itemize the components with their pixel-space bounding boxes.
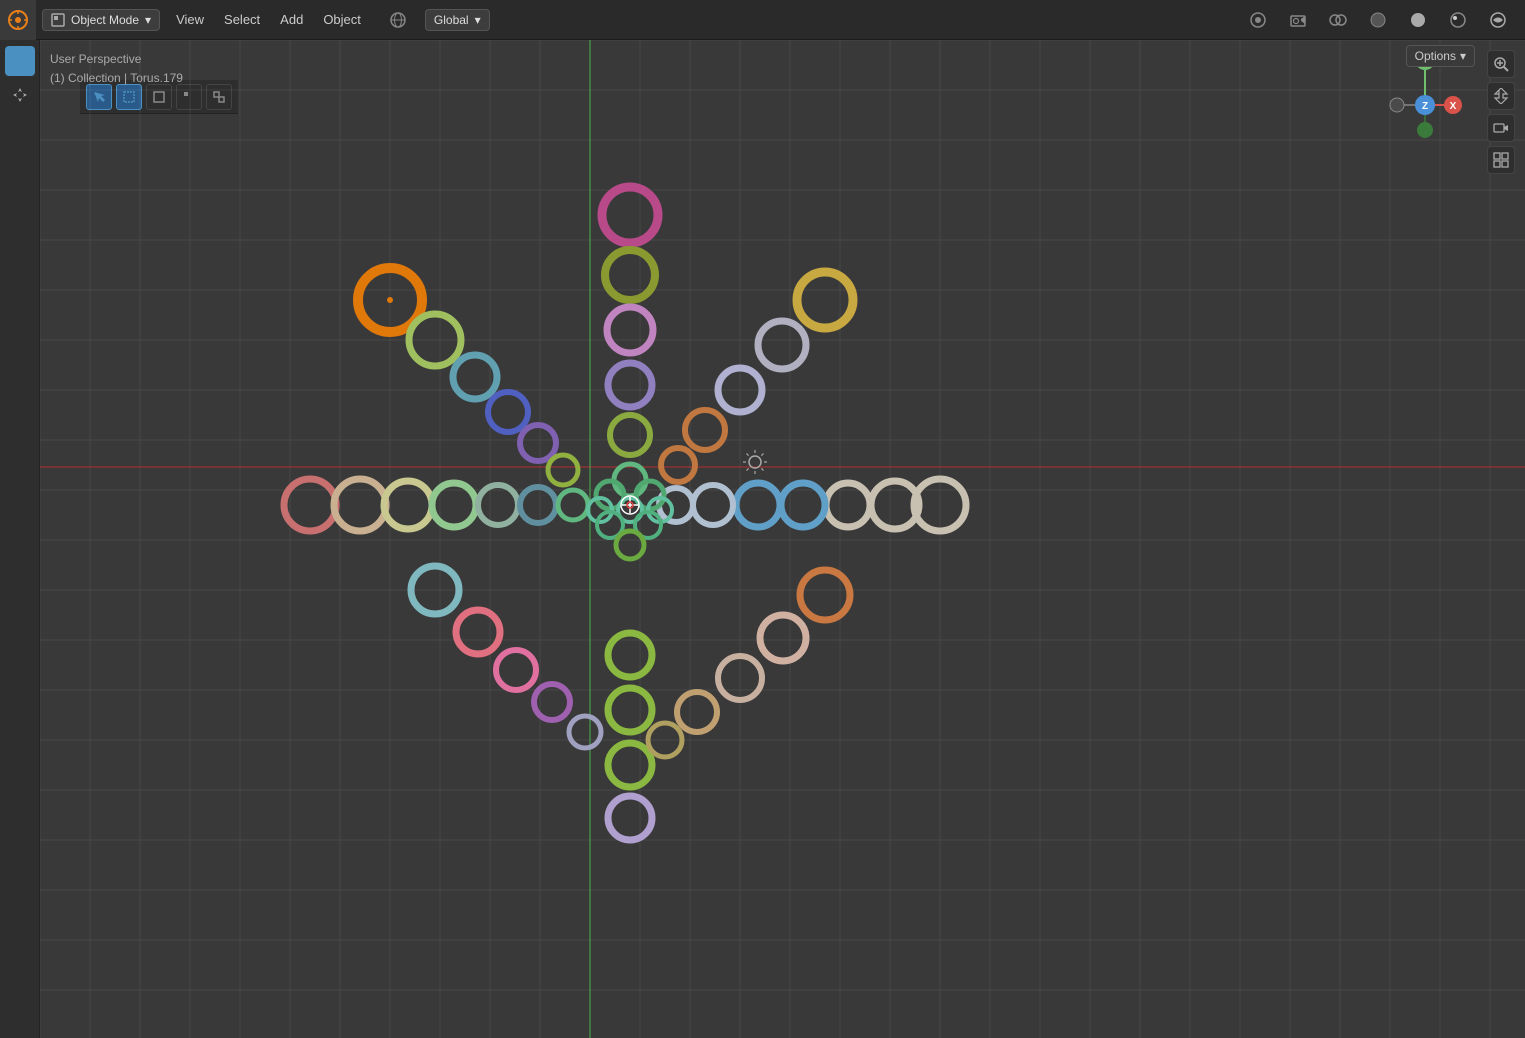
top-menubar: Object Mode ▾ View Select Add Object Glo… xyxy=(0,0,1525,40)
mode-label: Object Mode xyxy=(71,13,139,27)
shading-solid-icon[interactable] xyxy=(1401,0,1435,40)
object-menu[interactable]: Object xyxy=(313,0,371,40)
app-icon[interactable] xyxy=(0,0,36,40)
cursor-tool[interactable] xyxy=(5,46,35,76)
pan-tool[interactable] xyxy=(1487,82,1515,110)
object-mode-selector[interactable]: Object Mode ▾ xyxy=(42,9,160,31)
add-menu[interactable]: Add xyxy=(270,0,313,40)
shading-render-icon[interactable] xyxy=(1481,0,1515,40)
overlay-icon[interactable] xyxy=(1321,0,1355,40)
select-menu[interactable]: Select xyxy=(214,0,270,40)
toolbar-right xyxy=(1487,50,1515,174)
shading-material-icon[interactable] xyxy=(1441,0,1475,40)
grid-view-tool[interactable] xyxy=(1487,146,1515,174)
camera-view-tool[interactable] xyxy=(1487,114,1515,142)
transform-global-selector[interactable]: Global ▾ xyxy=(425,9,490,31)
shading-wire-icon[interactable] xyxy=(1361,0,1395,40)
options-button[interactable]: Options ▾ xyxy=(1406,45,1475,67)
render-icon[interactable] xyxy=(1241,0,1275,40)
svg-text:X: X xyxy=(1450,101,1457,112)
zoom-in-tool[interactable] xyxy=(1487,50,1515,78)
camera-icon[interactable] xyxy=(1281,0,1315,40)
transform-label: Global xyxy=(434,13,469,27)
svg-text:Z: Z xyxy=(1422,101,1428,112)
toolbar-left xyxy=(0,40,40,1038)
move-tool[interactable] xyxy=(5,80,35,110)
transform-icon[interactable] xyxy=(381,0,415,40)
view-menu[interactable]: View xyxy=(166,0,214,40)
viewport-3d[interactable]: // Will be generated by JS below User Pe… xyxy=(40,40,1525,1038)
scene-svg xyxy=(40,40,1525,1038)
